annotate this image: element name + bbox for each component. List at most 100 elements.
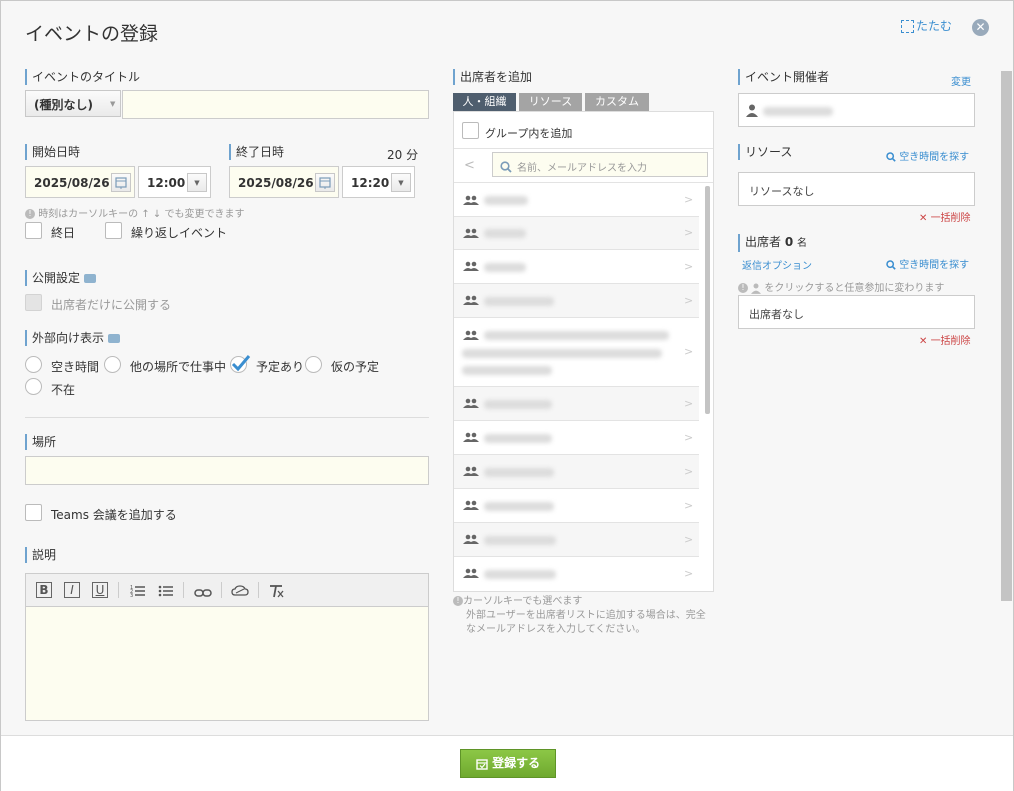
link-icon[interactable] bbox=[194, 584, 212, 603]
underline-button[interactable]: U bbox=[92, 582, 108, 598]
calendar-icon[interactable] bbox=[111, 173, 131, 192]
publish-label-text: 公開設定 bbox=[32, 271, 81, 285]
time-hint: ! 時刻はカーソルキーの ↑ ↓ でも変更できます bbox=[25, 205, 244, 220]
ordered-list-icon[interactable]: 123 bbox=[130, 583, 146, 602]
list-item[interactable]: > bbox=[454, 387, 699, 421]
divider bbox=[454, 182, 713, 183]
blurred-name bbox=[484, 331, 669, 340]
start-date-input[interactable]: 2025/08/26 bbox=[25, 166, 135, 198]
calendar-icon[interactable] bbox=[315, 173, 335, 192]
group-icon bbox=[463, 398, 479, 408]
list-item[interactable]: > bbox=[454, 217, 699, 250]
chevron-down-icon[interactable]: ▼ bbox=[187, 173, 207, 192]
change-organizer-link[interactable]: 変更 bbox=[951, 73, 971, 88]
bullet-list-icon[interactable] bbox=[158, 583, 174, 602]
group-icon bbox=[463, 534, 479, 544]
teams-checkbox[interactable] bbox=[25, 504, 42, 521]
end-date-input[interactable]: 2025/08/26 bbox=[229, 166, 339, 198]
dialog-footer: 登録する bbox=[1, 735, 1013, 791]
blurred-name bbox=[484, 536, 556, 545]
chevron-right-icon: > bbox=[684, 345, 694, 358]
attendees-delete-all[interactable]: ✕ 一括削除 bbox=[919, 332, 971, 347]
allday-checkbox[interactable] bbox=[25, 222, 42, 239]
title-input[interactable] bbox=[122, 90, 429, 119]
end-time-select[interactable]: 12:20 ▼ bbox=[342, 166, 415, 198]
info-icon: ! bbox=[453, 596, 463, 606]
bold-button[interactable]: B bbox=[36, 582, 52, 598]
radio-free[interactable] bbox=[25, 356, 42, 373]
list-item[interactable]: > bbox=[454, 284, 699, 318]
tab-custom[interactable]: カスタム bbox=[585, 93, 649, 111]
list-scrollbar[interactable] bbox=[705, 186, 710, 414]
attendee-add-label: 出席者を追加 bbox=[453, 69, 532, 85]
event-type-select[interactable]: (種別なし) ▼ bbox=[25, 90, 121, 117]
location-input[interactable] bbox=[25, 456, 429, 485]
search-icon bbox=[500, 158, 512, 177]
attendees-find-link[interactable]: 空き時間を探す bbox=[886, 256, 969, 271]
start-time-select[interactable]: 12:00 ▼ bbox=[138, 166, 211, 198]
attendees-unit: 名 bbox=[797, 238, 808, 249]
list-item[interactable]: > bbox=[454, 523, 699, 557]
toolbar-divider bbox=[221, 582, 222, 598]
resource-find-link[interactable]: 空き時間を探す bbox=[886, 148, 969, 163]
dialog-title: イベントの登録 bbox=[25, 23, 159, 45]
group-add-checkbox[interactable] bbox=[462, 122, 479, 139]
tab-resource[interactable]: リソース bbox=[519, 93, 582, 111]
optional-hint: ! をクリックすると任意参加に変わります bbox=[738, 279, 944, 294]
italic-button[interactable]: I bbox=[64, 582, 80, 598]
attendees-label: 出席者 0 名 bbox=[738, 234, 807, 252]
chevron-right-icon: > bbox=[684, 294, 694, 307]
register-button[interactable]: 登録する bbox=[460, 749, 556, 778]
attendees-only-checkbox[interactable] bbox=[25, 294, 42, 311]
tab-people[interactable]: 人・組織 bbox=[453, 93, 516, 111]
list-item[interactable]: > bbox=[454, 455, 699, 489]
attendees-find-label: 空き時間を探す bbox=[899, 260, 970, 271]
list-item[interactable]: > bbox=[454, 318, 699, 387]
group-icon bbox=[463, 195, 479, 205]
attendee-search-input[interactable]: 名前、メールアドレスを入力 bbox=[492, 152, 708, 177]
back-arrow-icon[interactable]: < bbox=[464, 158, 475, 173]
group-icon bbox=[463, 500, 479, 510]
start-time-value: 12:00 bbox=[147, 176, 186, 190]
time-hint-text: 時刻はカーソルキーの ↑ ↓ でも変更できます bbox=[38, 209, 245, 220]
attendee-hint: ! カーソルキーでも選べます 外部ユーザーを出席者リストに追加する場合は、完全 な… bbox=[453, 595, 706, 637]
group-icon bbox=[463, 466, 479, 476]
person-icon bbox=[751, 283, 762, 294]
dialog-scrollbar[interactable] bbox=[1001, 71, 1012, 601]
end-date-value: 2025/08/26 bbox=[238, 176, 314, 190]
list-item[interactable]: > bbox=[454, 250, 699, 284]
description-editor[interactable] bbox=[25, 606, 429, 721]
radio-tentative[interactable] bbox=[305, 356, 322, 373]
cloud-link-icon[interactable] bbox=[231, 583, 249, 602]
resource-empty-text: リソースなし bbox=[749, 185, 815, 198]
end-time-value: 12:20 bbox=[351, 176, 390, 190]
list-item[interactable]: > bbox=[454, 421, 699, 455]
radio-away[interactable] bbox=[25, 378, 42, 395]
organizer-label: イベント開催者 bbox=[738, 69, 829, 85]
chevron-down-icon[interactable]: ▼ bbox=[391, 173, 411, 192]
list-item[interactable]: > bbox=[454, 557, 699, 590]
close-button[interactable]: ✕ bbox=[972, 19, 989, 36]
reply-option-link[interactable]: 返信オプション bbox=[742, 257, 812, 272]
collapse-icon bbox=[901, 20, 914, 33]
end-label: 終了日時 bbox=[229, 144, 284, 160]
chevron-right-icon: > bbox=[684, 431, 694, 444]
comment-icon bbox=[83, 274, 96, 283]
blurred-name bbox=[484, 570, 556, 579]
resource-label: リソース bbox=[738, 144, 792, 160]
teams-label: Teams 会議を追加する bbox=[51, 508, 177, 522]
divider bbox=[454, 148, 713, 149]
blurred-name bbox=[484, 434, 552, 443]
radio-away-label: 不在 bbox=[51, 383, 76, 397]
collapse-link[interactable]: たたむ bbox=[901, 17, 952, 34]
radio-busy[interactable] bbox=[230, 355, 251, 373]
optional-hint-text: をクリックすると任意参加に変わります bbox=[764, 283, 945, 294]
checkmark-icon bbox=[231, 355, 251, 372]
resource-delete-all[interactable]: ✕ 一括削除 bbox=[919, 209, 971, 224]
attendees-field: 出席者なし bbox=[738, 295, 975, 329]
repeat-checkbox[interactable] bbox=[105, 222, 122, 239]
radio-working-elsewhere[interactable] bbox=[104, 356, 121, 373]
list-item[interactable]: > bbox=[454, 184, 699, 217]
list-item[interactable]: > bbox=[454, 489, 699, 523]
clear-format-icon[interactable] bbox=[268, 583, 284, 602]
